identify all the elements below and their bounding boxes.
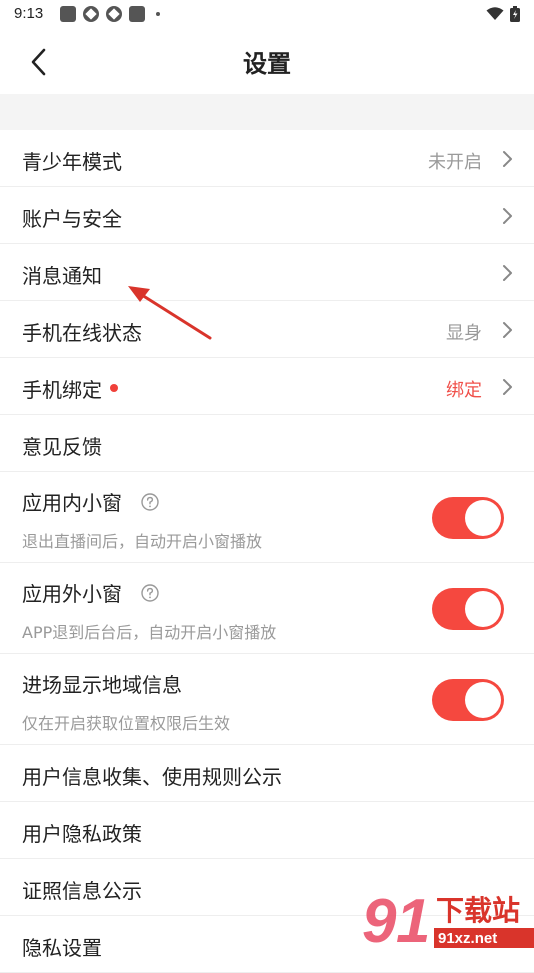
red-dot-badge	[110, 384, 118, 392]
setting-account-security[interactable]: 账户与安全	[0, 187, 534, 244]
notification-square-icon	[129, 6, 145, 22]
setting-label: 账户与安全	[22, 207, 122, 231]
chevron-right-icon	[503, 265, 512, 281]
setting-label: 应用外小窗	[22, 582, 122, 606]
toggle-knob	[465, 591, 501, 627]
annotation-arrow-icon	[128, 286, 212, 340]
header: 设置	[0, 28, 534, 94]
setting-value: 绑定	[446, 380, 482, 401]
setting-teen-mode[interactable]: 青少年模式 未开启	[0, 130, 534, 187]
notification-square-icon	[60, 6, 76, 22]
toggle-knob	[465, 500, 501, 536]
watermark-title: 下载站	[436, 894, 520, 927]
setting-online-status[interactable]: 手机在线状态 显身	[0, 301, 534, 358]
setting-label: 手机绑定	[22, 378, 102, 402]
chevron-right-icon	[503, 208, 512, 224]
show-region-toggle[interactable]	[432, 679, 504, 721]
system-icons	[486, 6, 520, 22]
setting-label: 证照信息公示	[22, 879, 142, 903]
setting-value: 未开启	[428, 152, 482, 173]
setting-label: 用户信息收集、使用规则公示	[22, 765, 282, 789]
setting-label: 隐私设置	[22, 936, 102, 960]
svg-text:1: 1	[396, 887, 430, 950]
chevron-right-icon	[503, 151, 512, 167]
help-icon[interactable]	[141, 584, 159, 602]
setting-out-app-pip: 应用外小窗 APP退到后台后，自动开启小窗播放	[0, 563, 534, 654]
help-icon[interactable]	[141, 493, 159, 511]
chevron-right-icon	[503, 322, 512, 338]
more-notifications-dot-icon	[156, 12, 160, 16]
setting-label: 进场显示地域信息	[22, 673, 182, 697]
setting-label: 意见反馈	[22, 435, 102, 459]
wifi-icon	[486, 7, 504, 20]
chevron-right-icon	[503, 379, 512, 395]
notification-icons	[60, 6, 160, 22]
setting-label: 消息通知	[22, 264, 102, 288]
notification-gear-icon	[106, 6, 122, 22]
setting-subtitle: 仅在开启获取位置权限后生效	[22, 714, 231, 733]
setting-privacy-policy[interactable]: 用户隐私政策	[0, 802, 534, 859]
battery-icon	[510, 6, 520, 22]
watermark-domain: 91xz.net	[438, 930, 497, 947]
setting-subtitle: APP退到后台后，自动开启小窗播放	[22, 623, 277, 642]
setting-label: 用户隐私政策	[22, 822, 142, 846]
svg-text:9: 9	[362, 887, 397, 950]
setting-label: 应用内小窗	[22, 491, 122, 515]
settings-list: 青少年模式 未开启 账户与安全 消息通知 手机在线状态 显身 手机绑定 绑定 意…	[0, 130, 534, 973]
setting-info-collection-rules[interactable]: 用户信息收集、使用规则公示	[0, 745, 534, 802]
watermark-logo: 9 1 下载站 91xz.net	[362, 887, 534, 950]
out-app-pip-toggle[interactable]	[432, 588, 504, 630]
setting-value: 显身	[446, 323, 482, 344]
setting-label: 青少年模式	[22, 150, 122, 174]
notification-gear-icon	[83, 6, 99, 22]
page-title: 设置	[243, 50, 291, 78]
setting-phone-binding[interactable]: 手机绑定 绑定	[0, 358, 534, 415]
setting-in-app-pip: 应用内小窗 退出直播间后，自动开启小窗播放	[0, 472, 534, 563]
toggle-knob	[465, 682, 501, 718]
setting-feedback[interactable]: 意见反馈	[0, 415, 534, 472]
status-bar: 9:13	[0, 0, 534, 28]
setting-subtitle: 退出直播间后，自动开启小窗播放	[22, 532, 263, 551]
in-app-pip-toggle[interactable]	[432, 497, 504, 539]
setting-show-region: 进场显示地域信息 仅在开启获取位置权限后生效	[0, 654, 534, 745]
section-divider	[0, 94, 534, 130]
status-time: 9:13	[14, 5, 44, 22]
setting-notifications[interactable]: 消息通知	[0, 244, 534, 301]
